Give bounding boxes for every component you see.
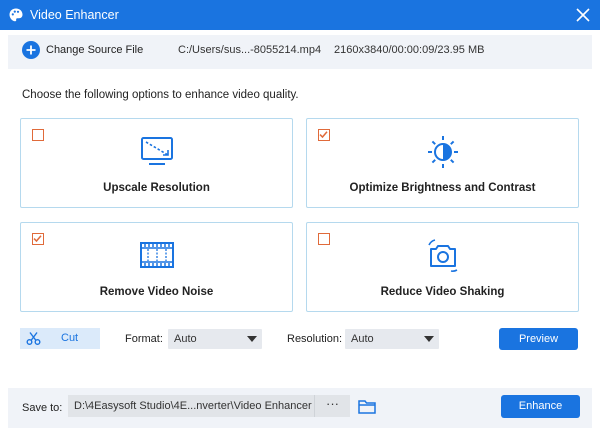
save-path-field[interactable]: D:\4Easysoft Studio\4E...nverter\Video E… <box>68 395 314 417</box>
checkmark-icon <box>33 235 42 243</box>
add-icon[interactable] <box>22 41 40 59</box>
window-title: Video Enhancer <box>30 8 119 22</box>
browse-more-button[interactable]: ··· <box>314 395 350 417</box>
resolution-select[interactable]: Auto <box>345 329 439 349</box>
source-file-path: C:/Users/sus...-8055214.mp4 <box>178 44 322 56</box>
monitor-upscale-icon <box>140 137 173 165</box>
format-select[interactable]: Auto <box>168 329 262 349</box>
cut-label: Cut <box>61 332 79 344</box>
window-bottom-edge <box>0 428 600 435</box>
option-brightness-contrast[interactable]: Optimize Brightness and Contrast <box>306 118 579 208</box>
option-upscale-resolution[interactable]: Upscale Resolution <box>20 118 293 208</box>
title-bar: Video Enhancer <box>0 0 600 30</box>
source-bar: Change Source File C:/Users/sus...-80552… <box>8 35 592 69</box>
format-value: Auto <box>174 333 197 345</box>
close-icon[interactable] <box>574 6 592 24</box>
option-reduce-shaking[interactable]: Reduce Video Shaking <box>306 222 579 312</box>
save-path-text: D:\4Easysoft Studio\4E...nverter\Video E… <box>74 400 312 412</box>
resolution-value: Auto <box>351 333 374 345</box>
shaking-checkbox[interactable] <box>318 233 330 245</box>
checkmark-icon <box>319 131 328 139</box>
caret-down-icon <box>424 336 434 342</box>
enhance-button[interactable]: Enhance <box>501 395 580 418</box>
option-label: Optimize Brightness and Contrast <box>349 182 536 194</box>
brightness-icon <box>427 136 458 168</box>
noise-checkbox[interactable] <box>32 233 44 245</box>
change-source-button[interactable]: Change Source File <box>46 44 143 56</box>
folder-icon[interactable] <box>358 399 376 414</box>
scissors-icon <box>26 332 41 345</box>
option-label: Remove Video Noise <box>99 286 214 298</box>
source-file-info: 2160x3840/00:00:09/23.95 MB <box>334 44 485 56</box>
preview-button[interactable]: Preview <box>499 328 578 350</box>
palette-icon <box>9 8 23 22</box>
option-label: Reduce Video Shaking <box>380 286 505 298</box>
format-label: Format: <box>125 333 163 345</box>
option-remove-noise[interactable]: Remove Video Noise <box>20 222 293 312</box>
brightness-checkbox[interactable] <box>318 129 330 141</box>
option-label: Upscale Resolution <box>103 182 210 194</box>
caret-down-icon <box>247 336 257 342</box>
film-denoise-icon <box>139 242 174 268</box>
camera-stabilize-icon <box>427 239 457 272</box>
instruction-text: Choose the following options to enhance … <box>22 89 299 101</box>
upscale-checkbox[interactable] <box>32 129 44 141</box>
resolution-label: Resolution: <box>287 333 343 345</box>
save-to-label: Save to: <box>22 402 63 414</box>
cut-button[interactable]: Cut <box>20 328 100 349</box>
